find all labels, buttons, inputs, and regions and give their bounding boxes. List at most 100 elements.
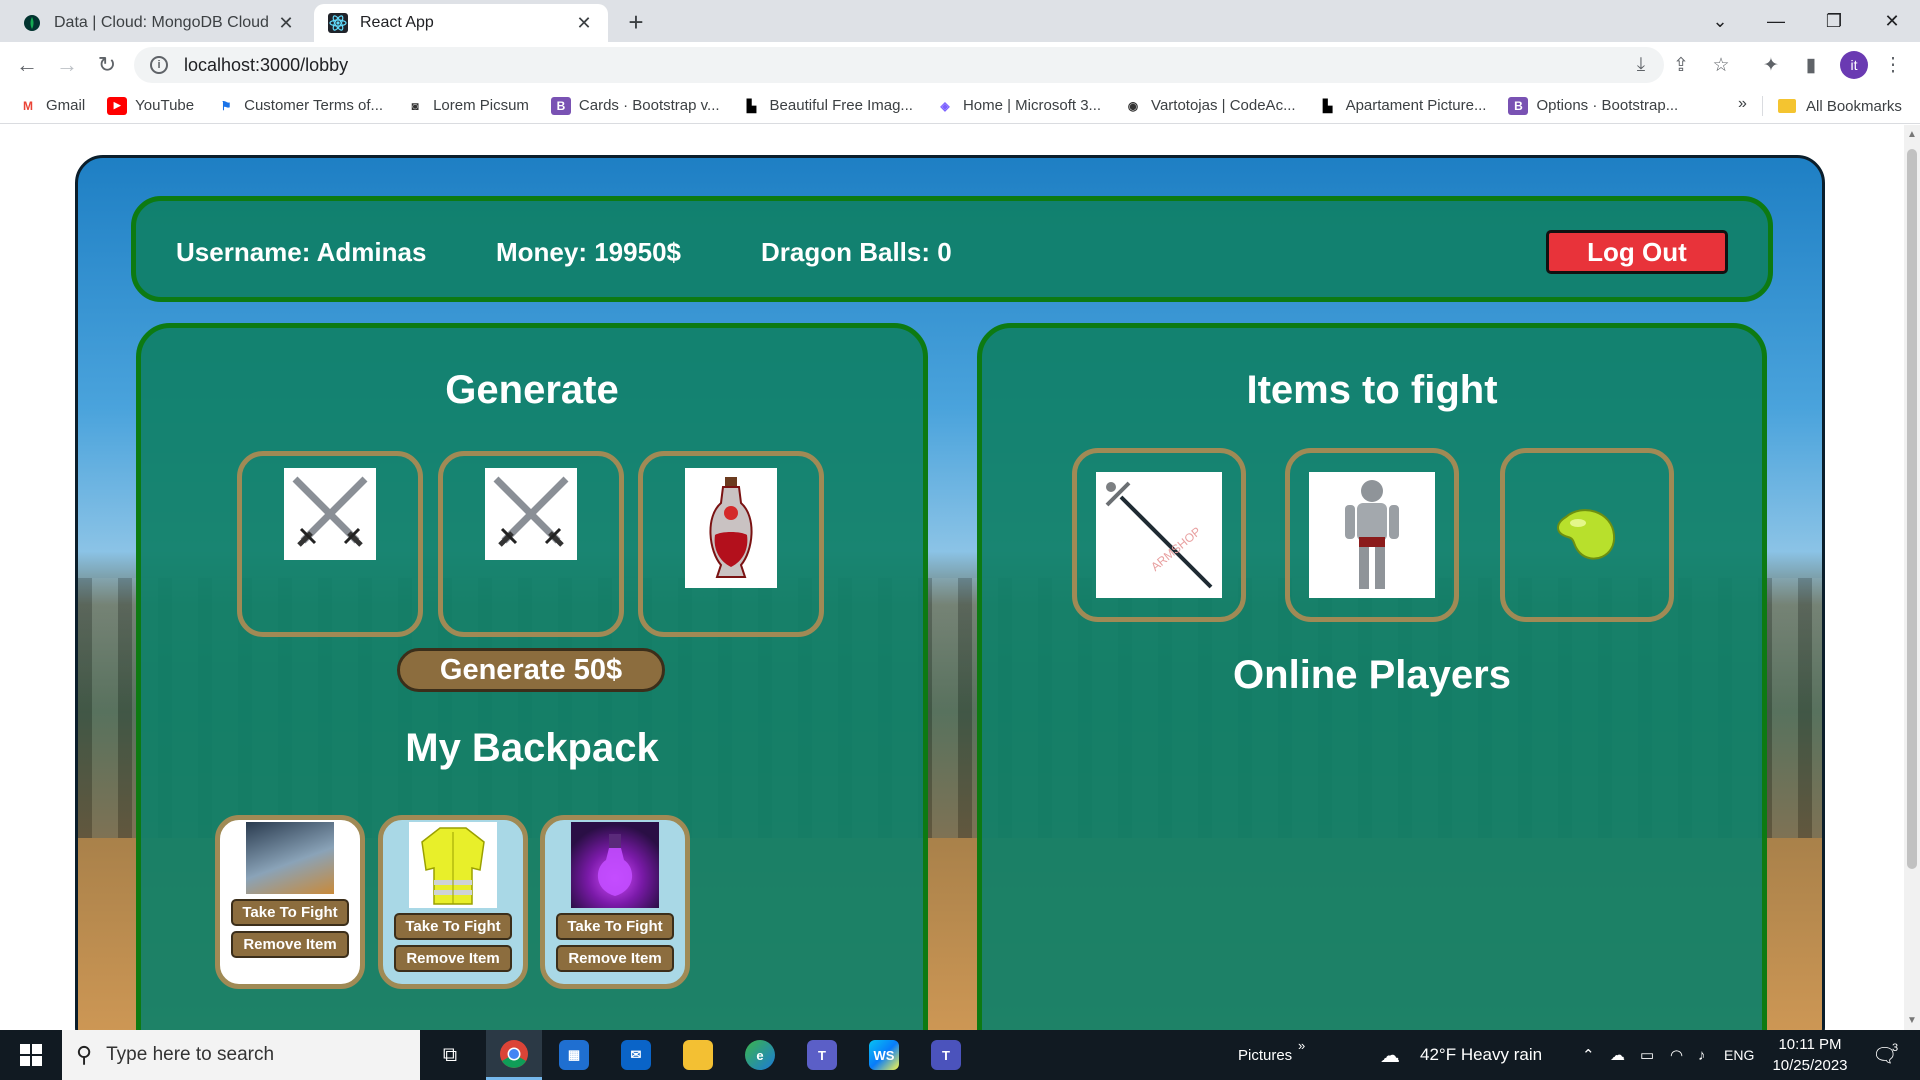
scrollbar-thumb[interactable] (1907, 149, 1917, 869)
pictures-toolbar-label[interactable]: Pictures (1238, 1030, 1292, 1080)
dragon-balls-text: Dragon Balls: 0 (761, 237, 952, 267)
generate-button[interactable]: Generate 50$ (397, 648, 665, 692)
close-window-button[interactable]: ✕ (1864, 0, 1920, 42)
taskbar-file-explorer[interactable] (670, 1030, 726, 1080)
take-to-fight-button[interactable]: Take To Fight (394, 913, 512, 940)
share-icon[interactable]: ⇪ (1668, 52, 1694, 78)
fight-slot-1[interactable]: ARMSHOP (1072, 448, 1246, 622)
tab-mongodb[interactable]: Data | Cloud: MongoDB Cloud ✕ (8, 4, 310, 42)
site-info-icon[interactable]: i (150, 56, 168, 74)
scroll-down-arrow-icon[interactable]: ▼ (1907, 1015, 1917, 1026)
generate-slot-3[interactable] (638, 451, 824, 637)
close-tab-icon[interactable]: ✕ (574, 13, 594, 33)
logout-button[interactable]: Log Out (1546, 230, 1728, 274)
url-text[interactable]: localhost:3000/lobby (184, 55, 348, 76)
generate-slot-2[interactable] (438, 451, 624, 637)
taskbar-edge[interactable]: e (732, 1030, 788, 1080)
backpack-item-3: Take To Fight Remove Item (540, 815, 690, 989)
taskbar-teams[interactable]: T (918, 1030, 974, 1080)
remove-item-button[interactable]: Remove Item (394, 945, 512, 972)
backpack-title: My Backpack (405, 726, 659, 770)
bookmark-bootstrap-cards[interactable]: B Cards · Bootstrap v... (550, 96, 720, 115)
teams-icon: T (931, 1040, 961, 1070)
codeacademy-icon: ◉ (1127, 98, 1139, 113)
fight-slot-2[interactable] (1285, 448, 1459, 622)
tab-search-chevron-icon[interactable]: ⌄ (1692, 0, 1748, 42)
taskbar-clock[interactable]: 10:11 PM 10/25/2023 (1770, 1034, 1850, 1076)
green-bean-image (1552, 505, 1622, 565)
taskbar-search-input[interactable]: ⚲ Type here to search (62, 1030, 420, 1080)
volume-icon[interactable]: ♪ (1698, 1030, 1706, 1080)
taskbar-store[interactable]: ▦ (546, 1030, 602, 1080)
arena-background: Username: Adminas Money: 19950$ Dragon B… (75, 155, 1825, 1030)
bookmark-unsplash[interactable]: ▙ Beautiful Free Imag... (742, 97, 913, 115)
onedrive-cloud-icon[interactable]: ☁ (1610, 1030, 1625, 1080)
wifi-icon[interactable]: ◠ (1670, 1030, 1683, 1080)
tab-title: Data | Cloud: MongoDB Cloud (54, 14, 269, 31)
battery-icon[interactable]: ▭ (1640, 1030, 1654, 1080)
bookmark-codeacademy[interactable]: ◉ Vartotojas | CodeAc... (1123, 97, 1296, 115)
forward-arrow-icon[interactable]: → (52, 50, 82, 80)
username-text: Username: Adminas (176, 237, 427, 267)
bootstrap-icon: B (1508, 96, 1529, 115)
reload-icon[interactable]: ↻ (92, 50, 122, 80)
scroll-up-arrow-icon[interactable]: ▲ (1907, 129, 1917, 140)
close-tab-icon[interactable]: ✕ (276, 13, 296, 33)
fight-panel: Items to fight ARMSHOP Online Players (977, 323, 1767, 1030)
mongodb-leaf-icon (22, 13, 42, 33)
bookmark-gmail[interactable]: M Gmail (18, 97, 85, 115)
backpack-item-1: Take To Fight Remove Item (215, 815, 365, 989)
remove-item-button[interactable]: Remove Item (556, 945, 674, 972)
browser-tab-bar: Data | Cloud: MongoDB Cloud ✕ React App … (0, 0, 1920, 42)
edge-icon: e (745, 1040, 775, 1070)
user-status-header: Username: Adminas Money: 19950$ Dragon B… (131, 196, 1773, 302)
weather-text[interactable]: 42°F Heavy rain (1420, 1030, 1542, 1080)
flying-hero-image (246, 822, 334, 894)
restore-button[interactable]: ❐ (1806, 0, 1862, 42)
show-hidden-icons-chevron-icon[interactable]: ⌃ (1582, 1030, 1595, 1080)
taskbar-webstorm[interactable]: WS (856, 1030, 912, 1080)
backpack-item-2: Take To Fight Remove Item (378, 815, 528, 989)
take-to-fight-button[interactable]: Take To Fight (231, 899, 349, 926)
bookmark-bootstrap-options[interactable]: B Options · Bootstrap... (1508, 96, 1678, 115)
back-arrow-icon[interactable]: ← (12, 50, 42, 80)
taskbar-teams-new[interactable]: T (794, 1030, 850, 1080)
language-indicator[interactable]: ENG (1724, 1030, 1754, 1080)
bookmark-microsoft365[interactable]: ◈ Home | Microsoft 3... (935, 97, 1101, 115)
generate-slot-1[interactable] (237, 451, 423, 637)
bookmarks-divider (1762, 96, 1763, 116)
fight-slot-3[interactable] (1500, 448, 1674, 622)
potion-vial-icon (685, 468, 777, 588)
taskbar-chrome[interactable] (486, 1030, 542, 1080)
crossed-swords-icon (485, 468, 577, 560)
more-bookmarks-chevron-icon[interactable]: » (1738, 95, 1747, 113)
remove-item-button[interactable]: Remove Item (231, 931, 349, 958)
profile-avatar[interactable]: it (1840, 51, 1868, 79)
page-scrollbar[interactable]: ▲ ▼ (1904, 125, 1920, 1030)
bookmark-customer-terms[interactable]: ⚑ Customer Terms of... (216, 97, 383, 115)
side-panel-icon[interactable]: ▮ (1798, 52, 1824, 78)
windows-logo-icon (20, 1044, 42, 1066)
extensions-puzzle-icon[interactable]: ✦ (1758, 52, 1784, 78)
all-bookmarks-folder[interactable]: All Bookmarks (1778, 88, 1902, 124)
install-app-icon[interactable]: ⤓ (1628, 52, 1654, 78)
taskbar-mail[interactable]: ✉ (608, 1030, 664, 1080)
bookmark-youtube[interactable]: ▶ YouTube (107, 96, 194, 115)
menu-kebab-icon[interactable]: ⋮ (1880, 52, 1906, 78)
microsoft365-icon: ◈ (940, 98, 950, 113)
toolbar-expand-chevron-icon[interactable]: » (1298, 1020, 1305, 1070)
tab-react-app[interactable]: React App ✕ (314, 4, 608, 42)
minimize-button[interactable]: — (1748, 0, 1804, 42)
camera-icon: ◙ (411, 98, 419, 113)
take-to-fight-button[interactable]: Take To Fight (556, 913, 674, 940)
new-tab-button[interactable]: + (622, 7, 650, 37)
address-bar[interactable]: i localhost:3000/lobby (134, 47, 1664, 83)
bookmark-star-icon[interactable]: ☆ (1708, 52, 1734, 78)
bookmark-lorem-picsum[interactable]: ◙ Lorem Picsum (405, 97, 528, 115)
purple-potion-image (571, 822, 659, 908)
weather-cloud-icon[interactable]: ☁ (1380, 1030, 1400, 1080)
notification-icon[interactable]: 🗨 (1872, 1030, 1897, 1080)
windows-start-button[interactable] (10, 1030, 52, 1080)
task-view-button[interactable]: ⧉ (422, 1030, 478, 1080)
bookmark-apartament[interactable]: ▙ Apartament Picture... (1318, 97, 1487, 115)
